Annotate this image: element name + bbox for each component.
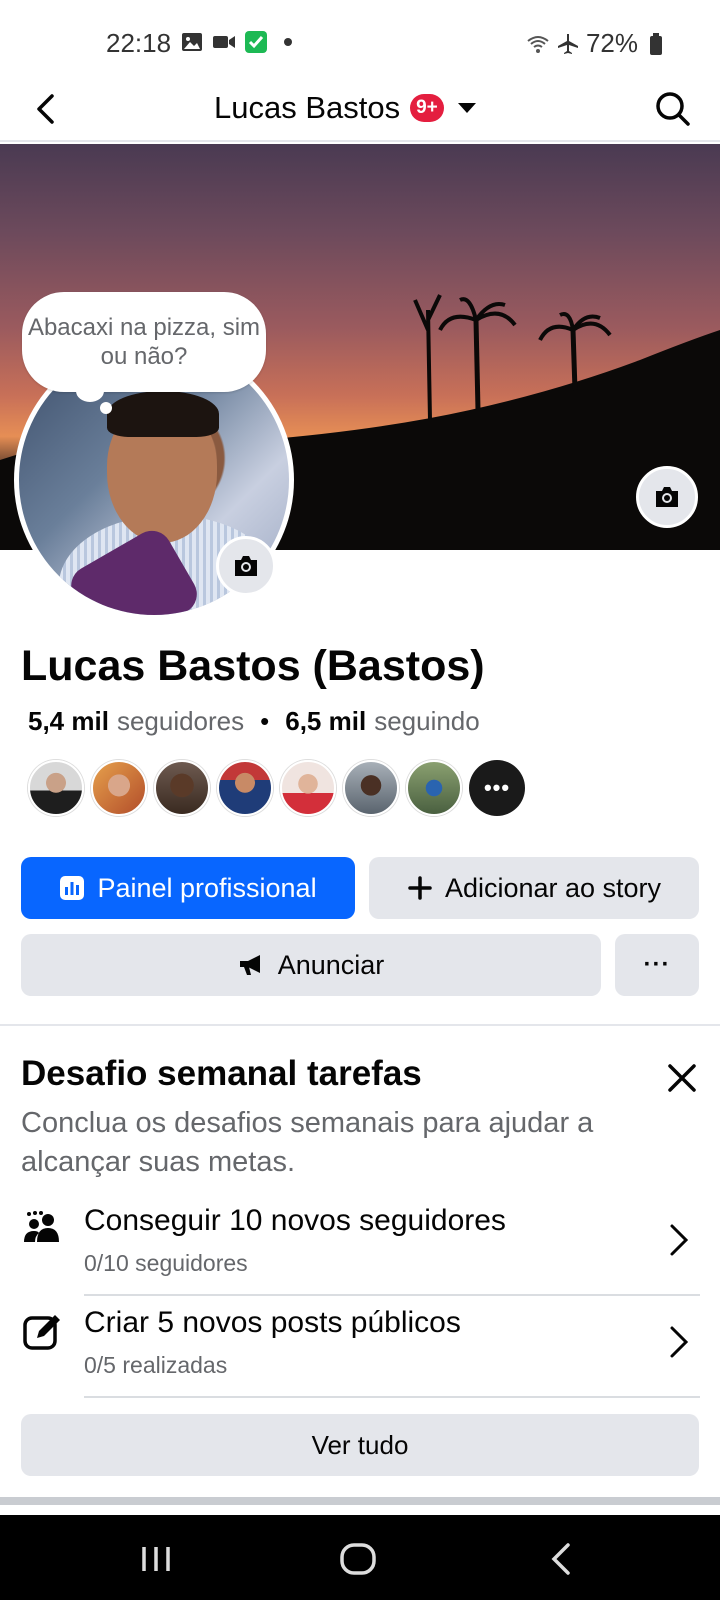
bubble-tail-dot bbox=[76, 380, 104, 402]
challenge-title: Desafio semanal tarefas bbox=[21, 1054, 422, 1093]
task-row-followers[interactable]: Conseguir 10 novos seguidores 0/10 segui… bbox=[0, 1196, 720, 1296]
chevron-right-icon bbox=[670, 1224, 689, 1256]
add-to-story-label: Adicionar ao story bbox=[444, 872, 662, 903]
friend-avatar[interactable] bbox=[217, 760, 273, 816]
status-icons-right: 72% bbox=[526, 28, 668, 59]
camera-icon bbox=[656, 487, 678, 507]
following-label[interactable]: seguindo bbox=[374, 706, 480, 737]
note-bubble[interactable]: Abacaxi na pizza, sim ou não? bbox=[22, 292, 266, 392]
more-options-button[interactable]: ··· bbox=[615, 934, 699, 996]
dot-icon bbox=[284, 38, 292, 46]
recent-apps-icon[interactable] bbox=[134, 1537, 178, 1581]
bubble-tail-dot bbox=[100, 402, 112, 414]
row-divider bbox=[84, 1396, 700, 1398]
friends-more-button[interactable]: ••• bbox=[469, 760, 525, 816]
avatar-camera-button[interactable] bbox=[216, 536, 276, 596]
status-icons-left bbox=[180, 30, 300, 54]
friend-avatar[interactable] bbox=[343, 760, 399, 816]
profile-switcher[interactable]: Lucas Bastos 9+ bbox=[214, 86, 476, 130]
professional-dashboard-label: Painel profissional bbox=[97, 872, 317, 903]
task-progress: 0/5 realizadas bbox=[84, 1352, 228, 1378]
wifi-icon bbox=[527, 35, 549, 53]
task-title: Conseguir 10 novos seguidores bbox=[84, 1204, 506, 1237]
top-header: Lucas Bastos 9+ bbox=[0, 80, 720, 142]
chevron-right-icon bbox=[670, 1326, 689, 1358]
section-separator bbox=[0, 1497, 720, 1505]
profile-name: Lucas Bastos (Bastos) bbox=[21, 642, 485, 690]
plus-icon bbox=[408, 876, 432, 900]
friends-avatars-row[interactable]: ••• bbox=[28, 760, 525, 816]
search-icon[interactable] bbox=[648, 84, 698, 134]
friend-avatar[interactable] bbox=[280, 760, 336, 816]
following-count[interactable]: 6,5 mil bbox=[285, 706, 366, 737]
followers-count[interactable]: 5,4 mil bbox=[28, 706, 109, 737]
task-row-posts[interactable]: Criar 5 novos posts públicos 0/5 realiza… bbox=[0, 1298, 720, 1398]
add-to-story-button[interactable]: Adicionar ao story bbox=[369, 857, 699, 919]
back-arrow-icon[interactable] bbox=[24, 86, 70, 132]
chart-icon bbox=[60, 876, 85, 900]
airplane-icon bbox=[557, 33, 578, 54]
header-title: Lucas Bastos bbox=[214, 90, 401, 125]
status-bar: 22:18 72% bbox=[0, 0, 720, 80]
section-divider bbox=[0, 1024, 720, 1026]
row-divider bbox=[84, 1294, 700, 1296]
task-title: Criar 5 novos posts públicos bbox=[84, 1306, 461, 1339]
edit-icon bbox=[23, 1315, 60, 1350]
cover-camera-button[interactable] bbox=[636, 466, 698, 528]
home-icon[interactable] bbox=[336, 1537, 380, 1581]
image-icon bbox=[182, 33, 202, 51]
camera-icon bbox=[235, 556, 257, 576]
follow-stats: 5,4 mil seguidores • 6,5 mil seguindo bbox=[28, 706, 480, 737]
professional-dashboard-button[interactable]: Painel profissional bbox=[21, 857, 355, 919]
friend-avatar[interactable] bbox=[154, 760, 210, 816]
advertise-label: Anunciar bbox=[277, 949, 385, 980]
system-nav-bar bbox=[0, 1515, 720, 1600]
check-shield-icon bbox=[245, 31, 267, 53]
close-icon[interactable] bbox=[662, 1058, 702, 1098]
video-icon bbox=[213, 36, 235, 48]
friend-avatar[interactable] bbox=[91, 760, 147, 816]
notification-badge: 9+ bbox=[410, 94, 444, 122]
advertise-button[interactable]: Anunciar bbox=[21, 934, 601, 996]
back-nav-icon[interactable] bbox=[540, 1537, 584, 1581]
megaphone-icon bbox=[239, 955, 260, 975]
task-progress: 0/10 seguidores bbox=[84, 1250, 248, 1276]
followers-label[interactable]: seguidores bbox=[117, 706, 244, 737]
stats-separator: • bbox=[260, 706, 270, 736]
people-icon bbox=[24, 1211, 59, 1242]
status-time: 22:18 bbox=[106, 28, 172, 58]
battery-icon bbox=[650, 32, 662, 55]
see-all-button[interactable]: Ver tudo bbox=[21, 1414, 699, 1476]
battery-percent: 72% bbox=[585, 28, 638, 58]
challenge-description: Conclua os desafios semanais para ajudar… bbox=[21, 1107, 594, 1178]
friend-avatar[interactable] bbox=[406, 760, 462, 816]
friend-avatar[interactable] bbox=[28, 760, 84, 816]
caret-down-icon bbox=[457, 103, 476, 113]
